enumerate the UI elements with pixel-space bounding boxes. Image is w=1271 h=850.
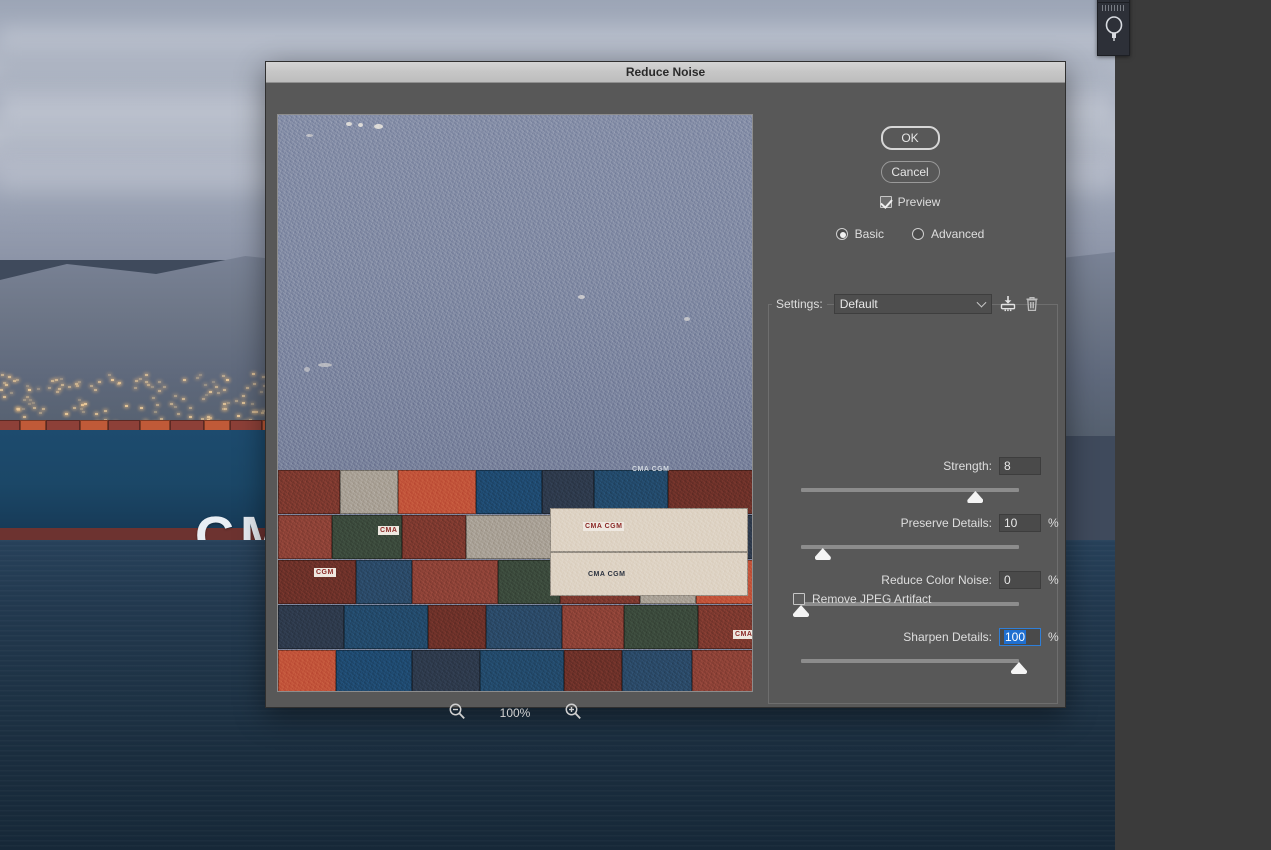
jpeg-artifact-label: Remove JPEG Artifact bbox=[812, 592, 932, 606]
controls-column: OK Cancel Preview Basic Advanced Setting… bbox=[762, 114, 1059, 709]
slider-label: Reduce Color Noise: bbox=[881, 573, 992, 587]
reduce-noise-dialog[interactable]: Reduce Noise CMA CGM CMA CGM CMA CGM CMA CMA… bbox=[265, 61, 1066, 720]
radio-basic-dot[interactable] bbox=[835, 228, 848, 240]
slider-track-wrap[interactable] bbox=[762, 653, 1058, 675]
lasso-tool-icon[interactable] bbox=[1103, 15, 1125, 46]
slider-label-row: Sharpen Details: 100% bbox=[762, 628, 1059, 646]
slider-track[interactable] bbox=[801, 488, 1019, 492]
slider-track-wrap[interactable] bbox=[762, 539, 1058, 561]
slider-label: Strength: bbox=[943, 459, 992, 473]
radio-advanced-dot[interactable] bbox=[911, 228, 924, 240]
floating-tool-panel[interactable]: … bbox=[1097, 0, 1130, 56]
screen: CMA … Reduce Noise bbox=[0, 0, 1271, 850]
slider-label: Preserve Details: bbox=[900, 516, 992, 530]
dialog-title: Reduce Noise bbox=[625, 65, 706, 79]
radio-basic[interactable]: Basic bbox=[835, 227, 884, 241]
dialog-titlebar[interactable]: Reduce Noise bbox=[266, 62, 1065, 83]
mode-radio-group: Basic Advanced bbox=[762, 227, 1058, 241]
selected-value-text: 100 bbox=[1004, 630, 1027, 644]
slider-thumb[interactable] bbox=[814, 548, 831, 560]
zoom-level: 100% bbox=[499, 706, 531, 720]
preview-container-label: CMA CGM bbox=[583, 522, 625, 531]
cancel-button[interactable]: Cancel bbox=[880, 161, 940, 183]
slider-thumb[interactable] bbox=[793, 605, 809, 617]
zoom-out-icon[interactable] bbox=[448, 702, 466, 725]
preview-container-label: CMA bbox=[378, 526, 400, 535]
slider-label-row: Preserve Details: 10% bbox=[762, 514, 1059, 532]
preview-pane[interactable]: CMA CGM CMA CGM CMA CGM CMA CMA CGM bbox=[277, 114, 753, 692]
slider-unit: % bbox=[1048, 516, 1059, 530]
preview-checkbox-row[interactable]: Preview bbox=[762, 195, 1058, 209]
slider-unit: % bbox=[1048, 630, 1059, 644]
trash-icon[interactable] bbox=[1024, 295, 1040, 313]
settings-label: Settings: bbox=[772, 297, 827, 311]
preview-container-label: CMA CGM bbox=[632, 466, 670, 473]
slider-value-input[interactable]: 0 bbox=[999, 571, 1041, 589]
zoom-in-icon[interactable] bbox=[564, 702, 582, 725]
slider-track-wrap[interactable] bbox=[762, 482, 1058, 504]
slider-value-input[interactable]: 10 bbox=[999, 514, 1041, 532]
slider-value-input[interactable]: 100 bbox=[999, 628, 1041, 646]
save-settings-icon[interactable] bbox=[999, 295, 1017, 313]
chevron-down-icon bbox=[976, 297, 987, 308]
slider-value-input[interactable]: 8 bbox=[999, 457, 1041, 475]
ok-button-wrap: OK bbox=[762, 126, 1058, 150]
preview-container-label: CMA CGM bbox=[588, 571, 626, 578]
ok-button[interactable]: OK bbox=[880, 126, 940, 150]
jpeg-artifact-checkbox[interactable] bbox=[793, 593, 805, 605]
preview-container-label: CMA bbox=[733, 630, 753, 639]
radio-basic-label: Basic bbox=[854, 227, 884, 241]
slider-thumb[interactable] bbox=[967, 491, 984, 503]
desktop-right-gutter bbox=[1115, 0, 1271, 850]
slider-group: Preserve Details: 10% bbox=[762, 514, 1059, 561]
slider-group: Strength: 8 bbox=[762, 457, 1058, 504]
preview-checkbox-label: Preview bbox=[897, 195, 941, 209]
slider-label: Sharpen Details: bbox=[903, 630, 992, 644]
drag-grip-icon[interactable] bbox=[1102, 5, 1126, 11]
radio-advanced-label: Advanced bbox=[930, 227, 985, 241]
radio-advanced[interactable]: Advanced bbox=[911, 227, 985, 241]
slider-group: Sharpen Details: 100% bbox=[762, 628, 1059, 675]
dialog-body: CMA CGMCMA CGMCMA CGMCMACMACGM 100% bbox=[266, 83, 1065, 720]
preview-container-stack: CMA CGM CMA CGM CMA CGM CMA CMA CGM bbox=[278, 466, 753, 691]
slider-track[interactable] bbox=[801, 659, 1019, 663]
slider-unit: % bbox=[1048, 573, 1059, 587]
preview-sky bbox=[278, 115, 752, 485]
slider-track[interactable] bbox=[801, 545, 1019, 549]
slider-label-row: Reduce Color Noise: 0% bbox=[762, 571, 1059, 589]
cancel-button-wrap: Cancel bbox=[762, 161, 1058, 183]
preview-checkbox[interactable] bbox=[879, 196, 892, 208]
panel-divider bbox=[1098, 2, 1129, 3]
preview-zoom-bar: 100% bbox=[277, 695, 753, 731]
slider-thumb[interactable] bbox=[1011, 662, 1027, 674]
jpeg-artifact-row[interactable]: Remove JPEG Artifact bbox=[793, 592, 931, 606]
settings-row: Settings: Default bbox=[772, 292, 1058, 316]
settings-select[interactable]: Default bbox=[833, 294, 992, 314]
settings-select-value: Default bbox=[839, 297, 878, 311]
slider-label-row: Strength: 8 bbox=[762, 457, 1058, 475]
preview-container-label: CGM bbox=[314, 568, 336, 577]
